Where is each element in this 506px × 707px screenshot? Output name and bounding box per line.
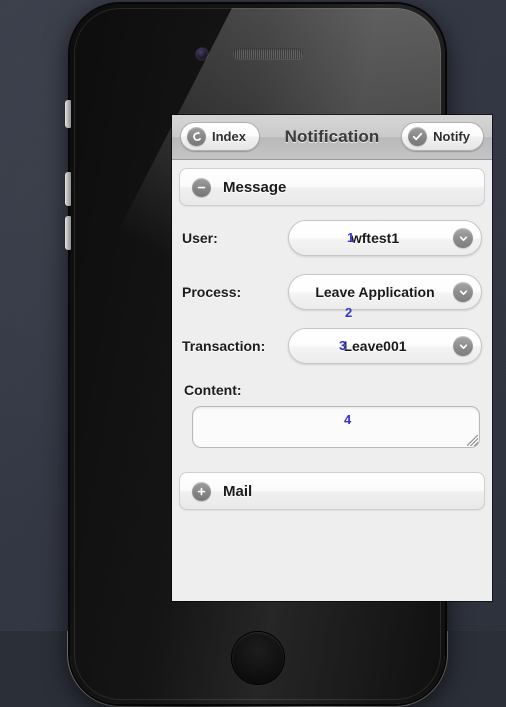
process-field-label: Process: [182, 284, 242, 300]
phone-screen: Index Notification Notify Message User: … [172, 115, 492, 601]
volume-up-button[interactable] [65, 172, 71, 206]
chevron-down-icon[interactable] [453, 336, 473, 356]
page-title: Notification [284, 127, 380, 146]
process-select[interactable]: Leave Application [288, 274, 482, 310]
section-header-mail[interactable]: Mail [179, 472, 485, 510]
content-field-label: Content: [184, 382, 242, 398]
earpiece-speaker-grille [233, 48, 303, 59]
notification-form: User: wftest1 1 Process: Leave Applicati… [172, 206, 492, 454]
user-select-value: wftest1 [350, 230, 400, 246]
content-field-block: Content: 4 [182, 382, 482, 448]
chevron-down-icon[interactable] [453, 282, 473, 302]
field-row-process: Process: Leave Application 2 [182, 274, 482, 320]
phone-device-frame: Index Notification Notify Message User: … [65, 1, 492, 707]
field-row-transaction: Transaction: Leave001 3 [182, 328, 482, 364]
notify-button[interactable]: Notify [401, 122, 484, 151]
field-row-user: User: wftest1 1 [182, 220, 482, 256]
index-back-button-label: Index [212, 129, 246, 144]
silent-switch-button[interactable] [65, 100, 71, 128]
process-select-value: Leave Application [315, 284, 435, 300]
content-textarea-wrap [192, 406, 480, 448]
section-header-mail-label: Mail [223, 482, 253, 500]
section-header-message[interactable]: Message [179, 168, 485, 206]
content-textarea[interactable] [192, 406, 480, 448]
transaction-select[interactable]: Leave001 [288, 328, 482, 364]
plus-circle-icon[interactable] [192, 481, 211, 501]
user-field-label: User: [182, 230, 218, 246]
front-camera-icon [196, 48, 208, 60]
notify-button-label: Notify [433, 129, 470, 144]
check-circle-icon [408, 127, 428, 146]
minus-circle-icon[interactable] [192, 177, 211, 197]
section-header-message-label: Message [223, 178, 287, 196]
chevron-down-icon[interactable] [453, 228, 473, 248]
volume-down-button[interactable] [65, 216, 71, 250]
index-back-button[interactable]: Index [180, 122, 260, 151]
back-arrow-icon [187, 127, 206, 146]
screen-content: Message User: wftest1 1 Process: Leave A… [172, 168, 492, 601]
transaction-select-value: Leave001 [343, 338, 407, 354]
user-select[interactable]: wftest1 [288, 220, 482, 256]
transaction-field-label: Transaction: [182, 338, 266, 354]
app-toolbar: Index Notification Notify [172, 115, 492, 160]
home-button[interactable] [231, 632, 284, 684]
